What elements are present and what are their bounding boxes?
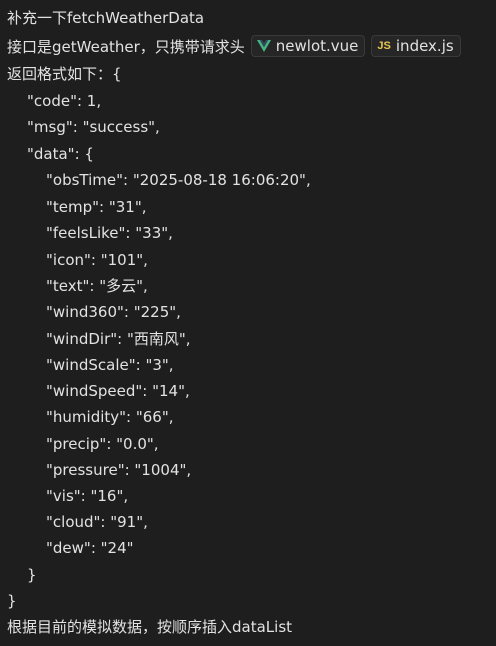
json-line: "windDir": "西南风",: [46, 330, 191, 348]
json-line: "windSpeed": "14",: [46, 382, 190, 400]
attachment-chip-index-js[interactable]: JS index.js: [371, 35, 461, 57]
json-line: "precip": "0.0",: [46, 435, 159, 453]
json-line: "feelsLike": "33",: [46, 224, 173, 242]
json-line: "text": "多云",: [46, 277, 148, 295]
message-line-1: 补充一下fetchWeatherData: [7, 9, 205, 27]
json-line: "windScale": "3",: [46, 356, 174, 374]
json-line: "data": {: [27, 145, 94, 163]
attachment-chip-newlot-vue[interactable]: newlot.vue: [250, 35, 366, 57]
json-line: "pressure": "1004",: [46, 461, 192, 479]
json-line: "code": 1,: [27, 92, 102, 110]
json-line: "obsTime": "2025-08-18 16:06:20",: [46, 171, 311, 189]
message-line-2: 接口是getWeather，只携带请求头: [7, 37, 245, 56]
vue-icon: [256, 40, 271, 52]
message-last-line: 根据目前的模拟数据，按顺序插入dataList: [7, 618, 293, 636]
attachment-name: newlot.vue: [275, 37, 359, 55]
json-line: }: [7, 592, 17, 610]
json-line: "vis": "16",: [46, 487, 129, 505]
json-line: "humidity": "66",: [46, 408, 174, 426]
attachment-name: index.js: [395, 37, 454, 55]
js-icon: JS: [377, 40, 391, 52]
json-line: "wind360": "225",: [46, 303, 181, 321]
json-line: "dew": "24": [46, 539, 134, 557]
json-line: "temp": "31",: [46, 198, 147, 216]
json-line: "msg": "success",: [27, 118, 160, 136]
chat-message: 补充一下fetchWeatherData 接口是getWeather，只携带请求…: [0, 0, 496, 646]
json-line: "cloud": "91",: [46, 513, 148, 531]
attachment-row: 接口是getWeather，只携带请求头 newlot.vue JS index…: [7, 34, 461, 58]
message-line-3: 返回格式如下：{: [7, 65, 122, 83]
json-line: }: [27, 566, 37, 584]
json-line: "icon": "101",: [46, 251, 148, 269]
